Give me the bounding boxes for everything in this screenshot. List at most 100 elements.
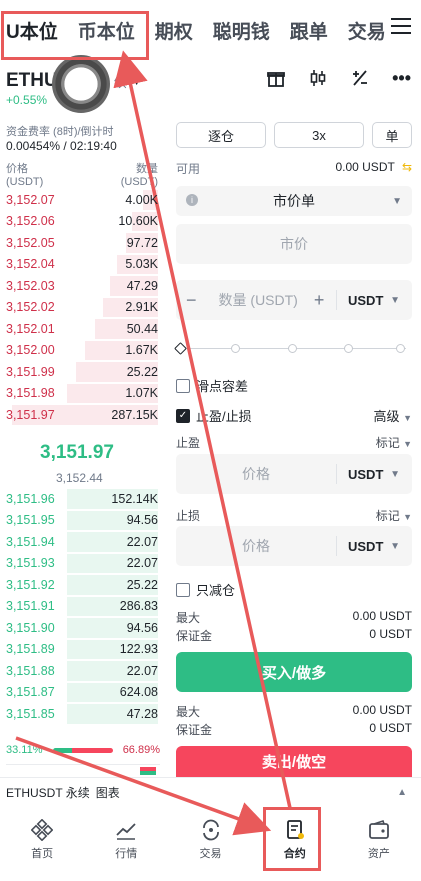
bid-row[interactable]: 3,151.92 25.22 [0, 574, 162, 596]
bid-row[interactable]: 3,151.95 94.56 [0, 510, 162, 532]
tp-price-input[interactable]: 价格 USDT ▼ [176, 454, 412, 494]
funding-value[interactable]: 0.00454% / 02:19:40 [6, 139, 117, 153]
bottom-nav: 首页 行情 交易 合约 资产 [0, 807, 421, 881]
nav-markets[interactable]: 行情 [84, 807, 168, 881]
leverage-button[interactable]: 3x [274, 122, 364, 148]
buy-long-button[interactable]: 买入/做多 [176, 652, 412, 692]
transfer-icon[interactable]: ⇆ [402, 160, 412, 174]
ask-price: 3,152.07 [6, 192, 55, 207]
ask-qty: 1.67K [125, 343, 158, 358]
bid-price: 3,151.92 [6, 577, 55, 592]
sell-margin-value: 0 USDT [369, 721, 412, 735]
candlestick-icon[interactable] [308, 68, 328, 93]
bid-row[interactable]: 3,151.96 152.14K [0, 488, 162, 510]
reduce-only-label: 只减仓 [196, 583, 236, 598]
ticker-symbol: ETHUSDT 永续 [6, 786, 90, 800]
sell-short-button[interactable]: 卖出/做空 [176, 746, 412, 777]
info-icon[interactable]: i [186, 194, 198, 206]
tp-trigger-select[interactable]: 标记 ▼ [376, 434, 412, 451]
gift-icon[interactable] [266, 68, 286, 93]
header-actions: ••• [266, 68, 411, 93]
hamburger-icon[interactable] [391, 18, 411, 36]
slider-handle[interactable] [174, 342, 187, 355]
nav-home-label: 首页 [31, 848, 54, 860]
chevron-up-icon[interactable]: ▲ [397, 787, 407, 798]
position-mode-button[interactable]: 单 [372, 122, 412, 148]
sl-unit-select[interactable]: USDT [348, 539, 383, 554]
ask-row[interactable]: 3,152.05 97.72 [0, 232, 162, 254]
bid-row[interactable]: 3,151.87 624.08 [0, 682, 162, 704]
depth-selector[interactable] [6, 764, 160, 776]
ask-row[interactable]: 3,152.01 50.44 [0, 318, 162, 340]
tab-smart-money[interactable]: 聪明钱 [213, 17, 270, 44]
tab-usdt-m[interactable]: U本位 [6, 17, 58, 44]
ask-row[interactable]: 3,152.06 10.60K [0, 211, 162, 233]
nav-trade[interactable]: 交易 [168, 807, 252, 881]
nav-assets[interactable]: 资产 [337, 807, 421, 881]
ask-row[interactable]: 3,151.98 1.07K [0, 383, 162, 405]
tab-options[interactable]: 期权 [155, 17, 193, 44]
tab-trading[interactable]: 交易 [348, 17, 386, 44]
more-icon[interactable]: ••• [392, 68, 411, 93]
buy-ratio: 33.11% [6, 744, 43, 756]
margin-mode-button[interactable]: 逐仓 [176, 122, 266, 148]
quantity-placeholder: 数量 (USDT) [218, 292, 298, 308]
bid-row[interactable]: 3,151.89 122.93 [0, 639, 162, 661]
ask-row[interactable]: 3,152.02 2.91K [0, 297, 162, 319]
nav-home[interactable]: 首页 [0, 807, 84, 881]
ask-row[interactable]: 3,152.04 5.03K [0, 254, 162, 276]
chevron-down-icon: ▼ [403, 439, 412, 449]
bid-qty: 47.28 [126, 706, 158, 721]
ask-row[interactable]: 3,151.97 287.15K [0, 404, 162, 426]
slippage-checkbox[interactable]: 滑点容差 [176, 376, 412, 395]
ask-row[interactable]: 3,152.07 4.00K [0, 189, 162, 211]
qty-header-block: 数量 (USDT) [121, 160, 158, 188]
ask-row[interactable]: 3,152.00 1.67K [0, 340, 162, 362]
depth-view-icon[interactable] [140, 767, 156, 775]
bid-qty: 94.56 [126, 513, 158, 528]
calculator-icon[interactable] [350, 68, 370, 93]
tab-copy-trading[interactable]: 跟单 [290, 17, 328, 44]
bid-row[interactable]: 3,151.91 286.83 [0, 596, 162, 618]
quantity-slider[interactable] [174, 342, 412, 355]
nav-futures[interactable]: 合约 [253, 807, 337, 881]
bid-row[interactable]: 3,151.85 47.28 [0, 703, 162, 725]
sl-trigger-select[interactable]: 标记 ▼ [376, 507, 412, 524]
bid-qty: 22.07 [126, 663, 158, 678]
tpsl-checkbox[interactable]: ✓ 止盈/止损 [176, 406, 252, 425]
bid-row[interactable]: 3,151.90 94.56 [0, 617, 162, 639]
sell-max-label: 最大 [176, 705, 201, 719]
bid-row[interactable]: 3,151.94 22.07 [0, 531, 162, 553]
quantity-input[interactable]: − 数量 (USDT) + USDT ▼ [176, 280, 412, 320]
ticker-bar[interactable]: ETHUSDT 永续 图表 ▲ [0, 777, 421, 807]
bid-qty: 25.22 [126, 577, 158, 592]
order-type-value: 市价单 [273, 193, 315, 209]
ask-price: 3,152.01 [6, 321, 55, 336]
quantity-unit-select[interactable]: USDT [348, 293, 383, 308]
order-type-select[interactable]: i 市价单 ▼ [176, 186, 412, 216]
minus-icon[interactable]: − [186, 290, 197, 311]
ask-row[interactable]: 3,151.99 25.22 [0, 361, 162, 383]
chevron-down-icon: ▼ [403, 512, 412, 522]
buy-margin-row: 保证金 0 USDT [176, 627, 412, 644]
bid-row[interactable]: 3,151.93 22.07 [0, 553, 162, 575]
tp-unit-select[interactable]: USDT [348, 467, 383, 482]
bid-price: 3,151.90 [6, 620, 55, 635]
chart-label: 图表 [95, 786, 120, 800]
bid-price: 3,151.94 [6, 534, 55, 549]
buy-margin-value: 0 USDT [369, 627, 412, 641]
sell-max-value: 0.00 USDT [352, 703, 412, 717]
advanced-select[interactable]: 高级 ▼ [373, 406, 412, 425]
ask-row[interactable]: 3,152.03 47.29 [0, 275, 162, 297]
tp-placeholder: 价格 [242, 466, 270, 482]
price-input[interactable]: 市价 [176, 224, 412, 264]
funding-label: 资金费率 (8时)/倒计时 [6, 126, 114, 138]
plus-icon[interactable]: + [314, 290, 325, 311]
wallet-icon [368, 819, 390, 845]
tab-coin-m[interactable]: 币本位 [78, 17, 135, 44]
mark-price: 3,152.44 [56, 471, 103, 485]
sl-price-input[interactable]: 价格 USDT ▼ [176, 526, 412, 566]
reduce-only-checkbox[interactable]: 只减仓 [176, 580, 412, 599]
nav-trade-label: 交易 [199, 848, 222, 860]
bid-row[interactable]: 3,151.88 22.07 [0, 660, 162, 682]
